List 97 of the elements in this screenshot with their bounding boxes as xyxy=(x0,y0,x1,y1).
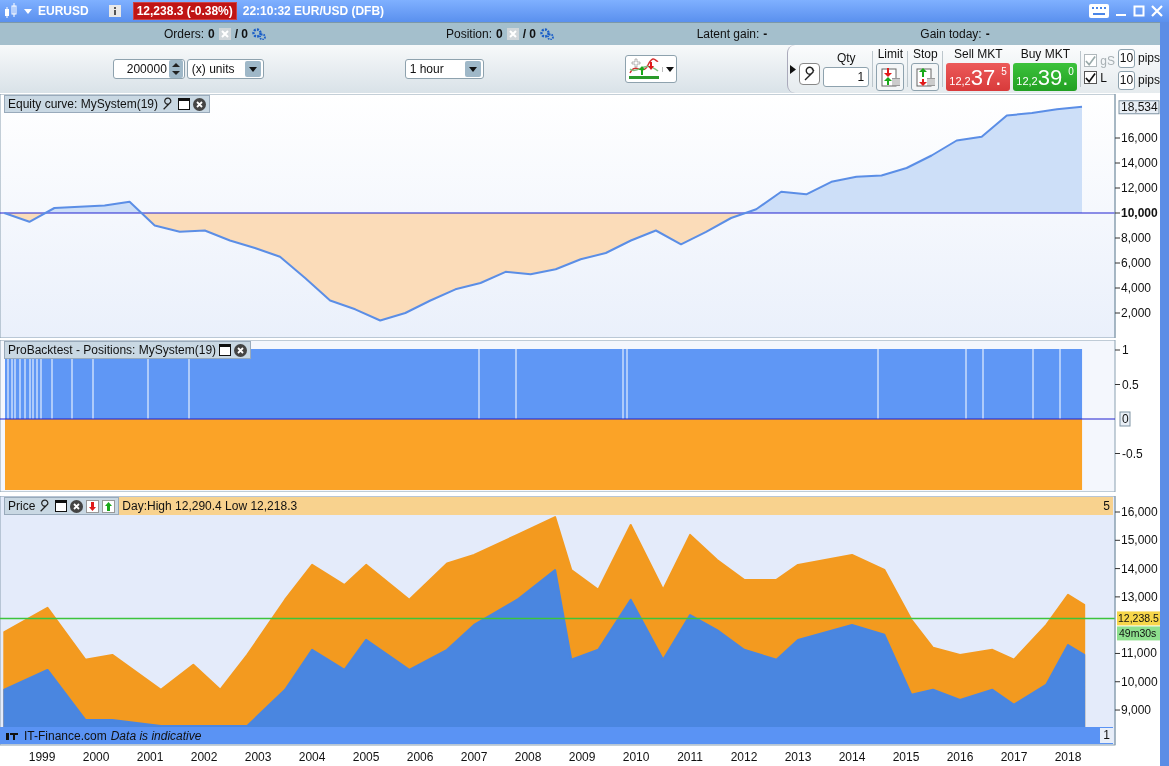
axis-label: 1 xyxy=(1122,343,1129,357)
info-label: Position: xyxy=(445,27,492,41)
checkbox[interactable] xyxy=(1084,71,1098,84)
qty-field[interactable]: 1 xyxy=(823,67,870,87)
pips-unit: pips xyxy=(1138,51,1160,65)
axis-label: 6,000 xyxy=(1121,256,1152,270)
year-label: 2004 xyxy=(298,750,326,764)
source-name: IT-Finance.com xyxy=(24,728,107,743)
year-label: 2009 xyxy=(568,750,596,764)
axis-label: 14,000 xyxy=(1121,561,1158,576)
year-label: 2005 xyxy=(352,750,380,764)
axis-label: 10,000 xyxy=(1121,674,1158,689)
axis-label: 16,000 xyxy=(1121,131,1158,145)
day-range: Day:High 12,290.4 Low 12,218.3 xyxy=(122,499,298,513)
axis-label: 16,000 xyxy=(1121,505,1158,519)
pips-unit: pips xyxy=(1138,73,1160,87)
checkbox-label: L xyxy=(1100,70,1107,85)
sell-arrow-icon[interactable] xyxy=(86,499,100,513)
info-icon[interactable] xyxy=(108,5,121,17)
axis-label: 2,000 xyxy=(1121,306,1152,320)
countdown-badge: 49m30s xyxy=(1117,626,1160,641)
year-label: 2016 xyxy=(946,750,974,764)
price-change-badge: 12,238.3 (-0.38%) xyxy=(132,2,237,20)
year-label: 2007 xyxy=(460,750,488,764)
axis-label: 13,000 xyxy=(1121,589,1158,604)
year-label: 2018 xyxy=(1054,750,1082,764)
close-icon[interactable] xyxy=(193,97,207,111)
year-label: 2012 xyxy=(730,750,758,764)
expand-icon[interactable] xyxy=(790,64,797,74)
last-price-badge: 12,238.5 xyxy=(1117,611,1160,626)
buy-arrow-icon[interactable] xyxy=(102,499,116,513)
buy-label: Buy MKT xyxy=(1020,47,1070,61)
indicator-chart-icon[interactable] xyxy=(628,57,661,81)
limit-label: Limit xyxy=(877,47,903,61)
year-label: 2003 xyxy=(244,750,272,764)
source-note: Data is indicative xyxy=(110,728,202,743)
time-instrument: 22:10:32 EUR/USD (DFB) xyxy=(242,4,385,18)
keyboard-icon[interactable] xyxy=(1089,4,1109,18)
axis-label: 15,000 xyxy=(1121,533,1158,548)
last-value-badge: 18,534 xyxy=(1118,99,1160,115)
gear-icon[interactable] xyxy=(252,28,266,40)
axis-label: 0.5 xyxy=(1122,377,1139,392)
candlestick-icon[interactable] xyxy=(4,3,18,19)
info-total: / 0 xyxy=(234,27,248,41)
logo-icon xyxy=(6,730,20,741)
axis-label: 4,000 xyxy=(1121,281,1152,295)
year-label: 2000 xyxy=(82,750,110,764)
year-label: 2015 xyxy=(892,750,920,764)
gear-icon[interactable] xyxy=(540,28,555,40)
checkbox-label: gS xyxy=(1100,53,1115,68)
year-label: 2014 xyxy=(838,750,866,764)
year-label: 2008 xyxy=(514,750,542,764)
bar-count: 5 xyxy=(1103,499,1110,513)
quantity-field[interactable]: 200000 xyxy=(113,59,185,79)
year-label: 2017 xyxy=(1000,750,1028,764)
sell-label: Sell MKT xyxy=(953,47,1003,61)
year-label: 2010 xyxy=(622,750,650,764)
year-label: 2013 xyxy=(784,750,812,764)
unit-dropdown[interactable]: (x) units xyxy=(186,59,264,79)
axis-label: 9,000 xyxy=(1121,703,1152,718)
axis-label: 8,000 xyxy=(1121,231,1152,245)
close-icon[interactable] xyxy=(70,499,84,513)
panel-title: ProBacktest - Positions: MySystem(19) xyxy=(8,343,217,357)
window-icon[interactable] xyxy=(178,98,191,110)
pips-field[interactable]: 10 xyxy=(1118,70,1135,90)
year-label: 2001 xyxy=(136,750,164,764)
info-label: Orders: xyxy=(163,27,204,41)
panel-title: Price xyxy=(8,499,36,513)
timeframe-dropdown[interactable]: 1 hour xyxy=(404,59,485,79)
close-icon[interactable] xyxy=(234,343,248,357)
axis-label: 14,000 xyxy=(1121,156,1158,170)
axis-label: 11,000 xyxy=(1121,646,1157,661)
page-number: 1 xyxy=(1100,728,1113,743)
maximize-icon[interactable] xyxy=(1133,5,1145,17)
qty-label: Qty xyxy=(836,51,856,65)
panel-title: Equity curve: MySystem(19) xyxy=(8,97,159,111)
stop-label: Stop xyxy=(912,47,938,61)
year-label: 2006 xyxy=(406,750,434,764)
caret-icon[interactable] xyxy=(666,66,675,72)
info-value: 0 xyxy=(208,27,215,41)
info-value: 0 xyxy=(496,27,503,41)
info-value: - xyxy=(763,27,768,41)
indicator-button[interactable] xyxy=(625,55,678,83)
year-label: 1999 xyxy=(28,750,56,764)
axis-label: 10,000 xyxy=(1121,206,1158,220)
year-label: 2002 xyxy=(190,750,218,764)
spinner-icon[interactable] xyxy=(168,60,183,78)
axis-label: 12,000 xyxy=(1121,181,1158,195)
info-total: / 0 xyxy=(522,27,537,41)
axis-label: -0.5 xyxy=(1122,446,1143,461)
info-label: Latent gain: xyxy=(696,27,760,41)
year-label: 2011 xyxy=(677,750,703,764)
window-icon[interactable] xyxy=(219,344,232,356)
zero-badge: 0 xyxy=(1119,411,1131,427)
info-value: - xyxy=(985,27,990,41)
window-icon[interactable] xyxy=(55,500,68,512)
info-label: Gain today: xyxy=(920,27,982,41)
